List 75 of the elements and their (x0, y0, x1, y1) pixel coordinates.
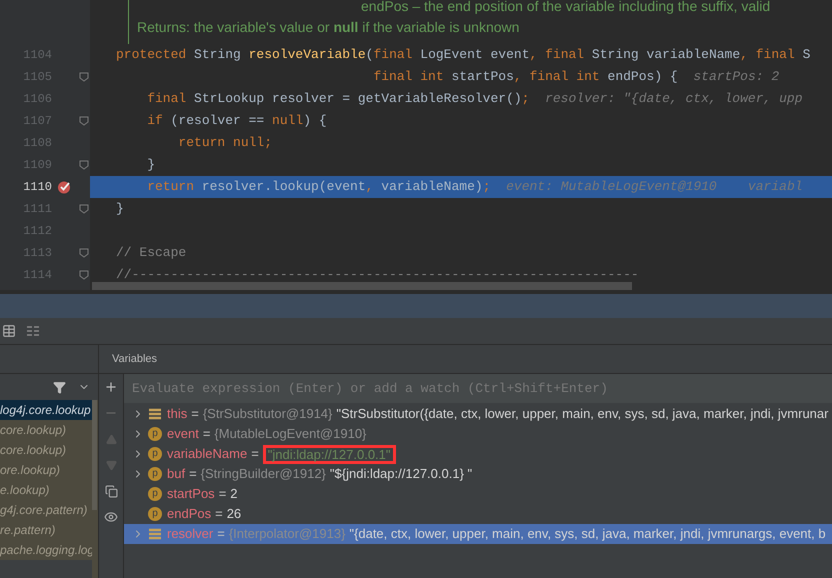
field-icon (148, 528, 162, 540)
fold-icon[interactable] (79, 116, 89, 126)
line-number: 1110 (22, 179, 52, 196)
variable-row[interactable]: p variableName = "jndi:ldap://127.0.0.1" (124, 444, 832, 464)
list-icon[interactable] (26, 325, 40, 337)
parameter-badge: p (148, 487, 162, 501)
parameter-badge: p (148, 427, 162, 441)
panel-title: Variables (112, 352, 158, 367)
variable-name: resolver (167, 525, 214, 544)
equals-sign: = (218, 485, 228, 504)
equals-sign: = (188, 465, 198, 484)
copy-icon[interactable] (104, 484, 118, 498)
variable-row[interactable]: p event = {MutableLogEvent@1910} (124, 424, 832, 444)
variable-name: endPos (167, 505, 212, 524)
variable-name: this (167, 405, 188, 424)
variable-row[interactable]: this = {StrSubstitutor@1914} "StrSubstitutor({date, ctx, lower, upper, main, env, sys, sd, java, marker, jndi, jvmrunar (124, 404, 832, 424)
stack-frame[interactable]: g4j.core.pattern) (0, 500, 92, 520)
code-line: //----------------------------------------------------------------- (115, 266, 640, 284)
equals-sign: = (190, 405, 200, 424)
fold-icon[interactable] (79, 160, 89, 170)
object-reference: {MutableLogEvent@1910} (214, 425, 366, 444)
variable-row[interactable]: p endPos = 26 (124, 504, 832, 524)
doc-comment-line: endPos – the end position of the variable including the suffix, valid (360, 0, 772, 16)
variable-row[interactable]: resolver = {Interpolator@1913} "{date, ctx, lower, upper, main, env, sys, sd, java, marker, jndi, jvmrunargs, event, b (124, 524, 832, 544)
equals-sign: = (202, 425, 212, 444)
add-icon[interactable] (104, 380, 118, 394)
variable-row[interactable]: p startPos = 2 (124, 484, 832, 504)
filter-icon[interactable] (53, 380, 66, 394)
variable-value: 2 (230, 485, 238, 504)
scrollbar[interactable] (92, 282, 632, 290)
variable-name: buf (167, 465, 186, 484)
fold-icon[interactable] (79, 204, 89, 214)
variable-row[interactable]: p buf = {StringBuilder@1912} "${jndi:ldap://127.0.0.1} " (124, 464, 832, 484)
equals-sign: = (250, 445, 260, 464)
code-line: if (resolver == null) { (146, 112, 328, 130)
fold-icon[interactable] (79, 270, 89, 280)
code-line: protected String resolveVariable(final LogEvent event, final String variableName, final S (115, 46, 812, 64)
scrollbar[interactable] (92, 400, 97, 510)
code-line: return null; (177, 134, 274, 152)
code-line: final StrLookup resolver = getVariableResolver(); resolver: "{date, ctx, lower, upp (146, 90, 804, 108)
fold-icon[interactable] (79, 248, 89, 258)
object-reference: {Interpolator@1913} (228, 525, 346, 544)
breakpoint-icon[interactable] (57, 180, 71, 194)
object-reference: {StrSubstitutor@1914} (202, 405, 332, 424)
equals-sign: = (214, 505, 224, 524)
stack-frame[interactable]: ore.lookup) (0, 460, 92, 480)
stack-frame[interactable]: core.lookup) (0, 420, 92, 440)
doc-comment-line: Returns: the variable's value or null if the variable is unknown (137, 18, 520, 37)
parameter-badge: p (148, 467, 162, 481)
variable-name: variableName (167, 445, 248, 464)
variable-value: "{date, ctx, lower, upper, main, env, sys, sd, java, marker, jndi, jvmrunargs, event, b (349, 525, 826, 544)
variable-value: "${jndi:ldap://127.0.0.1} " (330, 465, 472, 484)
table-icon[interactable] (2, 324, 16, 338)
stack-frame[interactable]: core.lookup) (0, 440, 92, 460)
variable-value: "jndi:ldap://127.0.0.1" (262, 444, 396, 464)
variable-name: event (167, 425, 199, 444)
code-line: } (115, 200, 125, 218)
equals-sign: = (216, 525, 226, 544)
variable-value: "StrSubstitutor({date, ctx, lower, upper, main, env, sys, sd, java, marker, jndi, jvmrunar (336, 405, 828, 424)
watch-icon[interactable] (104, 510, 118, 524)
current-line-highlight: return resolver.lookup(event, variableName); event: MutableLogEvent@1910 variabl (90, 176, 832, 198)
code-line: // Escape (115, 244, 188, 262)
code-line: final int startPos, final int endPos) { startPos: 2 (372, 68, 780, 86)
stack-frame[interactable]: re.pattern) (0, 520, 92, 540)
code-line: } (146, 156, 156, 174)
object-reference: {StringBuilder@1912} (200, 465, 326, 484)
parameter-badge: p (148, 447, 162, 461)
fold-icon[interactable] (79, 72, 89, 82)
variable-name: startPos (167, 485, 215, 504)
stack-frame[interactable]: pache.logging.log (0, 540, 92, 560)
parameter-badge: p (148, 507, 162, 521)
stack-frame[interactable]: e.lookup) (0, 480, 92, 500)
variable-value: 26 (226, 505, 242, 524)
field-icon (148, 408, 162, 420)
stack-frame[interactable]: log4j.core.lookup (0, 400, 92, 420)
